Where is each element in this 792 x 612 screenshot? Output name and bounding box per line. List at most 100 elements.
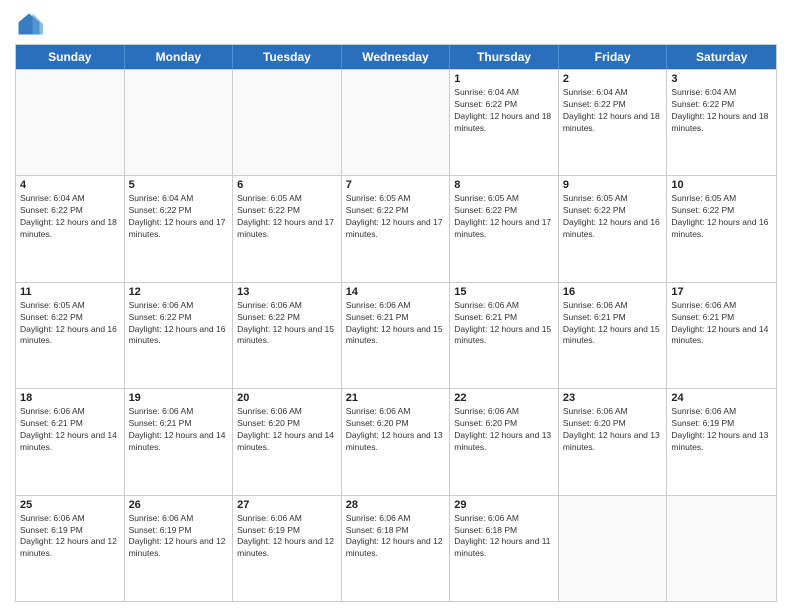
sun-info: Sunrise: 6:05 AM Sunset: 6:22 PM Dayligh…: [563, 193, 663, 241]
calendar-day-18: 18 Sunrise: 6:06 AM Sunset: 6:21 PM Dayli…: [16, 389, 125, 494]
calendar-day-16: 16 Sunrise: 6:06 AM Sunset: 6:21 PM Dayli…: [559, 283, 668, 388]
sun-info: Sunrise: 6:06 AM Sunset: 6:20 PM Dayligh…: [454, 406, 554, 454]
day-number: 12: [129, 286, 229, 298]
calendar-day-9: 9 Sunrise: 6:05 AM Sunset: 6:22 PM Daylig…: [559, 176, 668, 281]
sun-info: Sunrise: 6:05 AM Sunset: 6:22 PM Dayligh…: [20, 300, 120, 348]
calendar-header-row: SundayMondayTuesdayWednesdayThursdayFrid…: [16, 45, 776, 69]
day-number: 3: [671, 73, 772, 85]
calendar-day-20: 20 Sunrise: 6:06 AM Sunset: 6:20 PM Dayli…: [233, 389, 342, 494]
calendar-day-17: 17 Sunrise: 6:06 AM Sunset: 6:21 PM Dayli…: [667, 283, 776, 388]
calendar-day-2: 2 Sunrise: 6:04 AM Sunset: 6:22 PM Daylig…: [559, 70, 668, 175]
sun-info: Sunrise: 6:04 AM Sunset: 6:22 PM Dayligh…: [563, 87, 663, 135]
calendar-day-28: 28 Sunrise: 6:06 AM Sunset: 6:18 PM Dayli…: [342, 496, 451, 601]
day-number: 19: [129, 392, 229, 404]
page: SundayMondayTuesdayWednesdayThursdayFrid…: [0, 0, 792, 612]
calendar-day-26: 26 Sunrise: 6:06 AM Sunset: 6:19 PM Dayli…: [125, 496, 234, 601]
day-number: 2: [563, 73, 663, 85]
day-of-week-thursday: Thursday: [450, 45, 559, 69]
day-number: 21: [346, 392, 446, 404]
day-number: 26: [129, 499, 229, 511]
calendar-day-empty: [16, 70, 125, 175]
day-number: 8: [454, 179, 554, 191]
calendar-day-12: 12 Sunrise: 6:06 AM Sunset: 6:22 PM Dayli…: [125, 283, 234, 388]
calendar-week-4: 18 Sunrise: 6:06 AM Sunset: 6:21 PM Dayli…: [16, 388, 776, 494]
day-of-week-wednesday: Wednesday: [342, 45, 451, 69]
sun-info: Sunrise: 6:05 AM Sunset: 6:22 PM Dayligh…: [671, 193, 772, 241]
day-number: 13: [237, 286, 337, 298]
day-number: 16: [563, 286, 663, 298]
calendar-day-7: 7Sunrise: 6:05 AM Sunset: 6:22 PM Daylig…: [342, 176, 451, 281]
day-number: 17: [671, 286, 772, 298]
sun-info: Sunrise: 6:06 AM Sunset: 6:20 PM Dayligh…: [563, 406, 663, 454]
sun-info: Sunrise: 6:06 AM Sunset: 6:19 PM Dayligh…: [237, 513, 337, 561]
sun-info: Sunrise: 6:06 AM Sunset: 6:22 PM Dayligh…: [129, 300, 229, 348]
day-number: 18: [20, 392, 120, 404]
day-number: 23: [563, 392, 663, 404]
day-number: 5: [129, 179, 229, 191]
calendar-day-6: 6Sunrise: 6:05 AM Sunset: 6:22 PM Daylig…: [233, 176, 342, 281]
calendar-day-21: 21 Sunrise: 6:06 AM Sunset: 6:20 PM Dayli…: [342, 389, 451, 494]
sun-info: Sunrise: 6:06 AM Sunset: 6:20 PM Dayligh…: [237, 406, 337, 454]
sun-info: Sunrise: 6:06 AM Sunset: 6:18 PM Dayligh…: [454, 513, 554, 561]
calendar-body: 1 Sunrise: 6:04 AM Sunset: 6:22 PM Daylig…: [16, 69, 776, 601]
calendar-day-3: 3 Sunrise: 6:04 AM Sunset: 6:22 PM Daylig…: [667, 70, 776, 175]
day-number: 1: [454, 73, 554, 85]
calendar-day-19: 19 Sunrise: 6:06 AM Sunset: 6:21 PM Dayli…: [125, 389, 234, 494]
sun-info: Sunrise: 6:04 AM Sunset: 6:22 PM Dayligh…: [671, 87, 772, 135]
day-number: 14: [346, 286, 446, 298]
calendar-day-25: 25Sunrise: 6:06 AM Sunset: 6:19 PM Dayli…: [16, 496, 125, 601]
calendar-day-23: 23 Sunrise: 6:06 AM Sunset: 6:20 PM Dayli…: [559, 389, 668, 494]
sun-info: Sunrise: 6:06 AM Sunset: 6:21 PM Dayligh…: [454, 300, 554, 348]
day-number: 28: [346, 499, 446, 511]
sun-info: Sunrise: 6:06 AM Sunset: 6:22 PM Dayligh…: [237, 300, 337, 348]
sun-info: Sunrise: 6:06 AM Sunset: 6:21 PM Dayligh…: [20, 406, 120, 454]
sun-info: Sunrise: 6:06 AM Sunset: 6:19 PM Dayligh…: [20, 513, 120, 561]
sun-info: Sunrise: 6:06 AM Sunset: 6:21 PM Dayligh…: [671, 300, 772, 348]
sun-info: Sunrise: 6:04 AM Sunset: 6:22 PM Dayligh…: [129, 193, 229, 241]
logo-icon: [15, 10, 43, 38]
sun-info: Sunrise: 6:04 AM Sunset: 6:22 PM Dayligh…: [454, 87, 554, 135]
calendar-day-empty: [125, 70, 234, 175]
day-of-week-monday: Monday: [125, 45, 234, 69]
calendar-week-2: 4Sunrise: 6:04 AM Sunset: 6:22 PM Daylig…: [16, 175, 776, 281]
calendar-day-empty: [559, 496, 668, 601]
day-number: 27: [237, 499, 337, 511]
sun-info: Sunrise: 6:06 AM Sunset: 6:20 PM Dayligh…: [346, 406, 446, 454]
calendar-week-3: 11Sunrise: 6:05 AM Sunset: 6:22 PM Dayli…: [16, 282, 776, 388]
calendar-day-11: 11Sunrise: 6:05 AM Sunset: 6:22 PM Dayli…: [16, 283, 125, 388]
logo: [15, 10, 47, 38]
sun-info: Sunrise: 6:06 AM Sunset: 6:19 PM Dayligh…: [671, 406, 772, 454]
calendar-day-5: 5 Sunrise: 6:04 AM Sunset: 6:22 PM Daylig…: [125, 176, 234, 281]
calendar-day-24: 24 Sunrise: 6:06 AM Sunset: 6:19 PM Dayli…: [667, 389, 776, 494]
day-of-week-friday: Friday: [559, 45, 668, 69]
calendar-day-27: 27 Sunrise: 6:06 AM Sunset: 6:19 PM Dayli…: [233, 496, 342, 601]
day-number: 24: [671, 392, 772, 404]
day-number: 7: [346, 179, 446, 191]
day-of-week-sunday: Sunday: [16, 45, 125, 69]
day-number: 15: [454, 286, 554, 298]
calendar-day-empty: [342, 70, 451, 175]
day-number: 9: [563, 179, 663, 191]
day-of-week-saturday: Saturday: [667, 45, 776, 69]
calendar-week-1: 1 Sunrise: 6:04 AM Sunset: 6:22 PM Daylig…: [16, 69, 776, 175]
sun-info: Sunrise: 6:06 AM Sunset: 6:19 PM Dayligh…: [129, 513, 229, 561]
day-number: 6: [237, 179, 337, 191]
day-number: 29: [454, 499, 554, 511]
sun-info: Sunrise: 6:06 AM Sunset: 6:21 PM Dayligh…: [563, 300, 663, 348]
day-of-week-tuesday: Tuesday: [233, 45, 342, 69]
sun-info: Sunrise: 6:05 AM Sunset: 6:22 PM Dayligh…: [454, 193, 554, 241]
calendar-day-8: 8 Sunrise: 6:05 AM Sunset: 6:22 PM Daylig…: [450, 176, 559, 281]
calendar-day-empty: [233, 70, 342, 175]
calendar: SundayMondayTuesdayWednesdayThursdayFrid…: [15, 44, 777, 602]
calendar-day-4: 4Sunrise: 6:04 AM Sunset: 6:22 PM Daylig…: [16, 176, 125, 281]
sun-info: Sunrise: 6:04 AM Sunset: 6:22 PM Dayligh…: [20, 193, 120, 241]
day-number: 10: [671, 179, 772, 191]
calendar-day-29: 29 Sunrise: 6:06 AM Sunset: 6:18 PM Dayli…: [450, 496, 559, 601]
calendar-day-15: 15 Sunrise: 6:06 AM Sunset: 6:21 PM Dayli…: [450, 283, 559, 388]
sun-info: Sunrise: 6:06 AM Sunset: 6:21 PM Dayligh…: [129, 406, 229, 454]
day-number: 20: [237, 392, 337, 404]
calendar-day-13: 13 Sunrise: 6:06 AM Sunset: 6:22 PM Dayli…: [233, 283, 342, 388]
header: [15, 10, 777, 38]
calendar-day-empty: [667, 496, 776, 601]
sun-info: Sunrise: 6:06 AM Sunset: 6:18 PM Dayligh…: [346, 513, 446, 561]
